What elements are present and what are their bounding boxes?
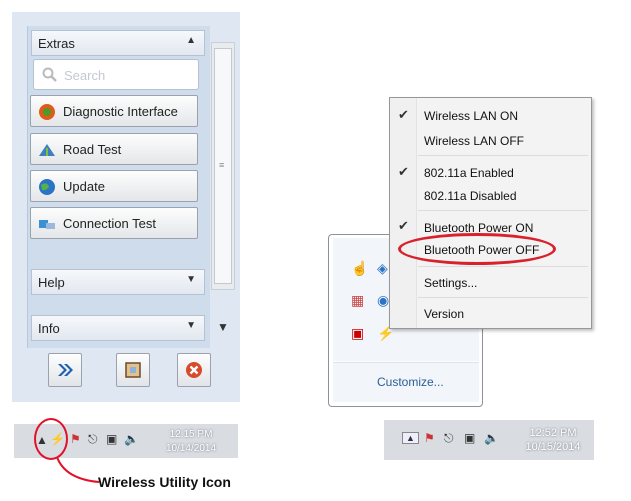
diagnostic-icon — [39, 104, 55, 120]
clock[interactable]: 12:15 PM 10/14/2014 — [160, 428, 222, 456]
power-plug-icon[interactable]: ⎋ — [444, 431, 454, 446]
collapse-chevron-icon[interactable]: ▲ — [186, 35, 196, 46]
menu-item-version[interactable]: Version — [424, 307, 464, 321]
connection-test-button[interactable]: Connection Test — [30, 207, 198, 239]
customize-link[interactable]: Customize... — [377, 375, 444, 389]
fullscreen-button[interactable] — [116, 353, 150, 387]
flag-icon[interactable]: ⚑ — [70, 432, 81, 446]
clock-date: 10/14/2014 — [165, 443, 217, 454]
button-label: Diagnostic Interface — [63, 104, 178, 119]
menu-separator — [418, 266, 588, 267]
flag-icon[interactable]: ⚑ — [424, 431, 435, 445]
menu-item-settings[interactable]: Settings... — [424, 276, 477, 290]
speaker-icon[interactable]: 🔈 — [484, 431, 499, 445]
clock[interactable]: 12:52 PM 10/15/2014 — [520, 426, 586, 454]
help-section-header[interactable]: Help ▼ — [31, 269, 205, 295]
checkmark-icon: ✔ — [398, 218, 409, 233]
help-header-label: Help — [38, 275, 65, 290]
signal-icon[interactable]: ▣ — [106, 432, 117, 446]
menu-separator — [418, 210, 588, 211]
button-label: Road Test — [63, 142, 122, 157]
callout-arrow — [56, 456, 100, 483]
signal-icon[interactable]: ▣ — [464, 431, 475, 445]
extras-header-label: Extras — [38, 36, 75, 51]
menu-check-gutter — [390, 98, 417, 328]
callout-label: Wireless Utility Icon — [98, 474, 231, 490]
menu-separator — [418, 155, 588, 156]
hand-cursor-icon[interactable]: ☝ — [351, 260, 368, 277]
road-test-icon — [39, 144, 55, 156]
connection-icon — [39, 220, 55, 229]
info-section-header[interactable]: Info ▼ — [31, 315, 205, 341]
double-chevron-right-icon — [58, 364, 73, 376]
menu-item-80211a-enabled[interactable]: 802.11a Enabled — [424, 166, 514, 180]
search-input[interactable]: Search — [33, 59, 199, 90]
search-placeholder: Search — [64, 68, 106, 83]
frame-icon — [125, 362, 141, 378]
grip-icon: ≡ — [219, 160, 225, 170]
globe-icon[interactable]: ◉ — [377, 292, 389, 309]
menu-separator — [418, 297, 588, 298]
expand-chevron-icon[interactable]: ▼ — [186, 320, 196, 331]
close-icon — [186, 362, 202, 378]
search-icon — [42, 67, 57, 82]
sync-icon[interactable]: ▦ — [351, 292, 364, 309]
button-label: Update — [63, 179, 105, 194]
pdf-icon[interactable]: ▣ — [351, 325, 364, 342]
forward-button[interactable] — [48, 353, 82, 387]
info-header-label: Info — [38, 321, 60, 336]
menu-item-80211a-disabled[interactable]: 802.11a Disabled — [424, 189, 517, 203]
road-test-button[interactable]: Road Test — [30, 133, 198, 165]
expand-chevron-icon[interactable]: ▼ — [186, 274, 196, 285]
checkmark-icon: ✔ — [398, 107, 409, 122]
checkmark-icon: ✔ — [398, 164, 409, 179]
scroll-down-arrow-icon[interactable]: ▼ — [217, 320, 229, 334]
show-hidden-icons-button[interactable]: ▲ — [402, 432, 419, 444]
power-plug-icon[interactable]: ⎋ — [88, 432, 98, 447]
menu-item-wireless-lan-on[interactable]: Wireless LAN ON — [424, 109, 518, 123]
context-menu — [389, 97, 592, 329]
close-button[interactable] — [177, 353, 211, 387]
clock-date: 10/15/2014 — [525, 441, 581, 453]
taskbar: ▲ ⚑ ⎋ ▣ 🔈 12:52 PM 10/15/2014 — [384, 420, 594, 460]
menu-item-wireless-lan-off[interactable]: Wireless LAN OFF — [424, 134, 524, 148]
globe-icon — [39, 179, 55, 195]
button-label: Connection Test — [63, 216, 156, 231]
diagnostic-interface-button[interactable]: Diagnostic Interface — [30, 95, 198, 127]
network-icon[interactable]: ◈ — [377, 260, 388, 277]
speaker-icon[interactable]: 🔈 — [124, 432, 139, 446]
update-button[interactable]: Update — [30, 170, 198, 202]
callout-circle — [34, 418, 68, 460]
highlight-ellipse — [398, 233, 556, 265]
extras-section-header[interactable]: Extras ▲ — [31, 30, 205, 56]
clock-time: 12:52 PM — [529, 427, 577, 439]
clock-time: 12:15 PM — [169, 429, 213, 440]
